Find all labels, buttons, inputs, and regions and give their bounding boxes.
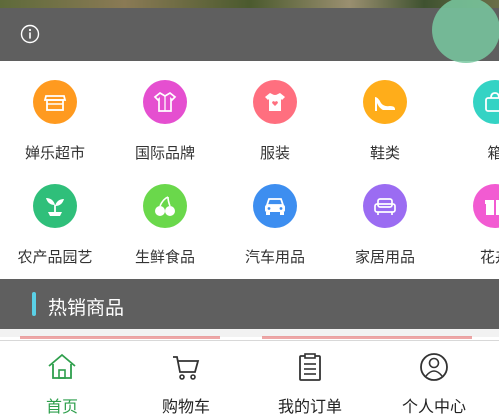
category-agriculture[interactable]: 农产品园艺 (0, 184, 110, 267)
category-label: 鞋类 (369, 144, 400, 162)
category-fresh-food[interactable]: 生鲜食品 (110, 184, 220, 267)
category-car-supplies[interactable]: 汽车用品 (220, 184, 330, 267)
user-icon (420, 353, 448, 381)
category-flowers[interactable]: 花卉 (440, 184, 499, 267)
category-shoes[interactable]: 鞋类 (330, 80, 440, 163)
cart-icon (173, 356, 200, 380)
tab-label: 我的订单 (277, 397, 342, 414)
tab-orders[interactable]: 我的订单 (248, 341, 372, 414)
app-screen: 婵乐超市 国际品牌 服装 鞋类 箱 农产品园艺 生鲜食品 汽车用品 家居用品 花… (0, 0, 499, 414)
tab-cart[interactable]: 购物车 (124, 341, 248, 414)
shirt-icon (143, 80, 187, 124)
high-heel-icon (363, 80, 407, 124)
category-label: 箱 (487, 144, 499, 162)
home-icon (48, 353, 76, 379)
product-card-edge[interactable] (262, 336, 472, 339)
category-label: 服装 (259, 144, 290, 162)
category-international-brands[interactable]: 国际品牌 (110, 80, 220, 163)
sprout-icon (33, 184, 77, 228)
category-label: 生鲜食品 (134, 248, 195, 266)
touch-ripple (432, 0, 499, 63)
tshirt-heart-icon (253, 80, 297, 124)
tab-label: 首页 (45, 397, 78, 414)
tab-profile[interactable]: 个人中心 (372, 341, 496, 414)
category-label: 家居用品 (354, 248, 415, 266)
sofa-icon (363, 184, 407, 228)
bottom-tab-bar: 首页 购物车 我的订单 个人中心 (0, 340, 499, 414)
car-icon (253, 184, 297, 228)
category-label: 婵乐超市 (24, 144, 85, 162)
category-label: 汽车用品 (244, 248, 305, 266)
store-icon (33, 80, 77, 124)
category-label: 国际品牌 (134, 144, 195, 162)
category-supermarket[interactable]: 婵乐超市 (0, 80, 110, 163)
product-card-edge[interactable] (20, 336, 220, 339)
bag-icon (473, 80, 499, 124)
gift-icon (473, 184, 499, 228)
info-icon[interactable] (20, 24, 40, 44)
category-label: 花卉 (479, 248, 499, 266)
tab-label: 个人中心 (401, 397, 466, 414)
hot-products-title: 热销商品 (48, 297, 125, 319)
category-home-goods[interactable]: 家居用品 (330, 184, 440, 267)
section-accent-bar (32, 292, 36, 316)
cherry-icon (143, 184, 187, 228)
tab-label: 购物车 (161, 397, 210, 414)
tab-home[interactable]: 首页 (0, 341, 124, 414)
category-clothing[interactable]: 服装 (220, 80, 330, 163)
category-label: 农产品园艺 (17, 248, 93, 266)
order-list-icon (299, 353, 321, 381)
category-luggage[interactable]: 箱 (440, 80, 499, 163)
banner-overlay[interactable] (0, 8, 499, 61)
